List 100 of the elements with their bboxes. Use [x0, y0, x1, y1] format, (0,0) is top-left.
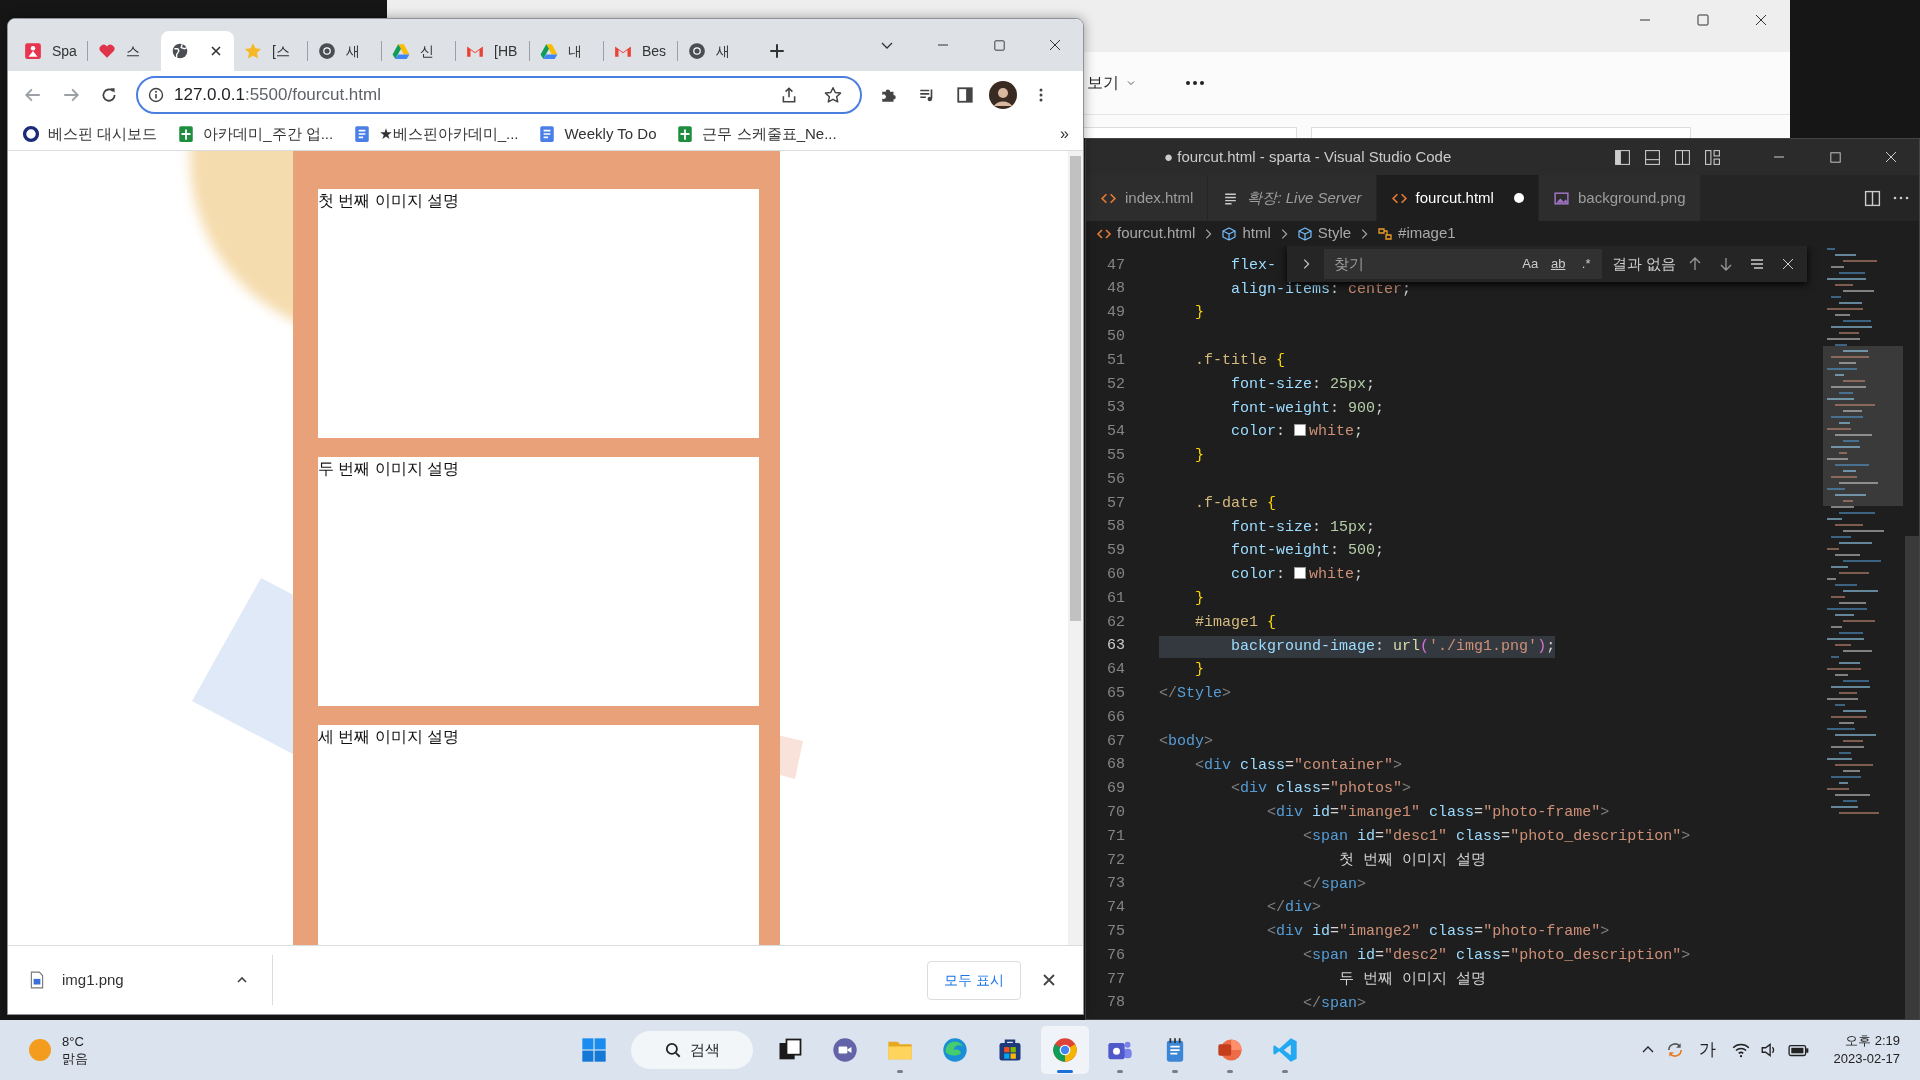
photo-caption: 첫 번째 이미지 설명 [318, 191, 460, 211]
line-number: 68 [1106, 755, 1125, 776]
split-editor-button[interactable] [1864, 189, 1881, 207]
video-chat-icon [831, 1036, 860, 1064]
line-number: 73 [1106, 874, 1125, 895]
bookmark[interactable]: 근무 스케줄표_Ne... [676, 122, 837, 146]
code-line: font-size: 25px; [1230, 374, 1376, 395]
code-line: color: white; [1230, 565, 1364, 586]
browser-tab[interactable]: [스 [234, 31, 307, 71]
layout-button[interactable] [1674, 148, 1691, 166]
browser-tab[interactable]: [HB [456, 31, 529, 71]
browser-tab[interactable]: 새 [308, 31, 381, 71]
browser-tab[interactable]: Bes [604, 31, 677, 71]
symbol-icon [1377, 225, 1394, 242]
spreadsheet-icon [676, 125, 695, 143]
layout-icon [1704, 148, 1721, 166]
more-actions-button[interactable] [1893, 196, 1909, 200]
editor-tab[interactable]: 확장: Live Server [1208, 175, 1377, 221]
more-bookmarks-button[interactable]: » [1060, 122, 1069, 146]
browser-tab[interactable] [161, 31, 234, 71]
line-number: 63 [1106, 636, 1125, 657]
line-number: 76 [1106, 945, 1125, 966]
line-number: 53 [1106, 398, 1125, 419]
code-line: } [1194, 589, 1204, 610]
line-number: 52 [1106, 374, 1125, 395]
breadcrumb-item[interactable]: fourcut.html [1096, 222, 1196, 245]
address-bar[interactable]: 127.0.0.1:5500/fourcut.html [136, 75, 862, 114]
breadcrumb-item[interactable]: #image1 [1377, 222, 1456, 245]
line-number: 74 [1106, 898, 1125, 919]
sun-icon [28, 1038, 52, 1062]
more-icon [1185, 80, 1205, 86]
line-number: 67 [1106, 731, 1125, 752]
cube-icon [1296, 225, 1313, 242]
bookmark[interactable]: 아카데미_주간 업... [177, 122, 334, 146]
option-toggle[interactable]: .* [1574, 253, 1599, 275]
layout-button[interactable] [1644, 148, 1661, 166]
code-line: flex- [1230, 255, 1277, 276]
layout-icon [1674, 148, 1691, 166]
wifi-icon [1731, 1041, 1750, 1059]
code-line: <div id="imange1" class="photo-frame"> [1266, 803, 1610, 824]
download-item[interactable]: img1.png [28, 968, 124, 992]
layout-button[interactable] [1614, 148, 1631, 166]
photo-caption: 세 번째 이미지 설명 [318, 727, 460, 747]
time: 오후 2:19 [1845, 1032, 1900, 1050]
star-icon [824, 85, 842, 104]
swirl-icon [941, 1036, 970, 1064]
option-toggle[interactable]: Aa [1518, 253, 1543, 275]
code-line: </div> [1266, 898, 1322, 919]
scrollbar-thumb[interactable] [1905, 536, 1919, 1019]
line-number: 55 [1106, 446, 1125, 466]
breadcrumb-item[interactable]: Style [1296, 222, 1352, 245]
find-field[interactable]: 찾기 Aa ab .* [1324, 249, 1603, 279]
browser-tab[interactable]: 새 [678, 31, 751, 71]
ring-icon [688, 42, 706, 60]
line-number: 60 [1106, 565, 1125, 585]
browser-tab[interactable]: 스 [88, 31, 161, 71]
line-number: 62 [1106, 612, 1125, 633]
code-line: font-size: 15px; [1230, 517, 1376, 538]
editor-tab[interactable]: index.html [1086, 175, 1209, 221]
sync-button[interactable] [1665, 1041, 1684, 1059]
input-method-button[interactable]: 가 [1693, 1037, 1722, 1063]
minimize-icon [937, 44, 949, 46]
ring-icon [318, 42, 336, 60]
view-menu-button[interactable]: 보기 [1087, 65, 1137, 101]
line-number: 75 [1106, 921, 1125, 942]
bookmark[interactable]: Weekly To Do [538, 122, 657, 146]
code-line: .f-title { [1194, 351, 1286, 372]
code-line: </Style> [1159, 684, 1232, 705]
document-icon [353, 125, 372, 143]
browser-tab[interactable]: 내 [530, 31, 603, 71]
code-line: <span id="desc2" class="photo_description"> [1302, 946, 1691, 966]
show-all-button[interactable]: 모두 표시 [927, 960, 1021, 1000]
spreadsheet-icon [177, 125, 196, 143]
search-button[interactable]: 검색 [631, 1031, 754, 1069]
browser-tab[interactable]: Spa [14, 31, 87, 71]
weather-condition: 맑음 [62, 1050, 88, 1067]
code-line: } [1194, 303, 1204, 324]
maximize-icon [991, 37, 1007, 53]
globe-icon [171, 42, 189, 60]
code-line: color: white; [1230, 422, 1364, 443]
layout-button[interactable] [1704, 148, 1721, 166]
line-number: 59 [1106, 541, 1125, 562]
info-icon [148, 86, 164, 103]
search-icon [664, 1041, 683, 1059]
option-toggle[interactable]: ab [1546, 253, 1571, 275]
editor-tab[interactable]: fourcut.html [1376, 175, 1539, 221]
code-line: } [1194, 446, 1204, 467]
code-line: <span id="desc1" class="photo_description"> [1302, 827, 1691, 847]
code-line: </span> [1302, 874, 1367, 895]
network-button[interactable] [1731, 1041, 1750, 1059]
heart-icon [98, 42, 116, 60]
bookmark[interactable]: 베스핀 대시보드 [22, 122, 158, 146]
bookmark[interactable]: ★베스핀아카데미_... [353, 122, 519, 146]
code-line: font-weight: 500; [1230, 541, 1385, 562]
breadcrumb-item[interactable]: html [1221, 222, 1271, 245]
line-number: 58 [1106, 517, 1125, 538]
editor-tab[interactable]: background.png [1538, 175, 1701, 221]
clock[interactable]: 오후 2:19 2023-02-17 [1833, 1032, 1900, 1068]
browser-tab[interactable]: 신 [382, 31, 455, 71]
url-host: 127.0.0.1 [174, 83, 245, 106]
